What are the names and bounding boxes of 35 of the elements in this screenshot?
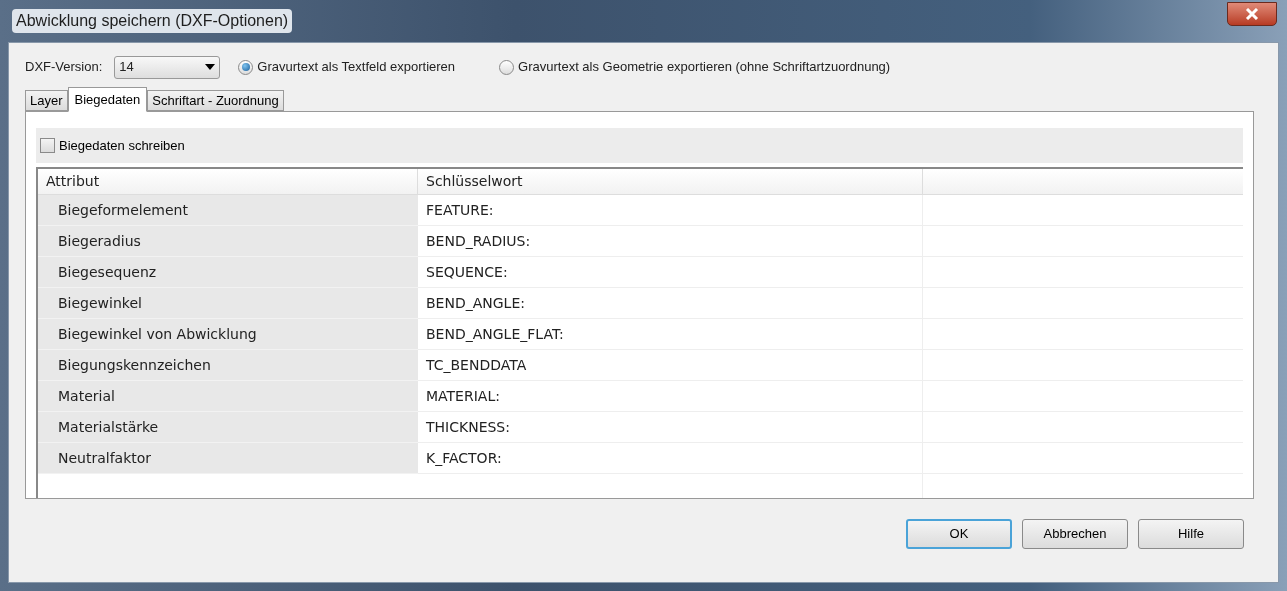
table-cell: Neutralfaktor <box>38 443 418 474</box>
table-cell: BEND_RADIUS: <box>418 226 923 257</box>
dropdown-arrow-icon <box>205 64 216 70</box>
table-cell: Materialstärke <box>38 412 418 443</box>
tab[interactable]: Schriftart - Zuordnung <box>147 90 284 111</box>
table-cell: BEND_ANGLE: <box>418 288 923 319</box>
table-cell: Biegewinkel von Abwicklung <box>38 319 418 350</box>
table-cell: Biegeradius <box>38 226 418 257</box>
bend-data-checkbox[interactable]: Biegedaten schreiben <box>40 135 185 156</box>
table-cell: THICKNESS: <box>418 412 923 443</box>
table-cell: Biegeformelement <box>38 195 418 226</box>
table-cell: MATERIAL: <box>418 381 923 412</box>
table-cell: TC_BENDDATA <box>418 350 923 381</box>
table-cell: BEND_ANGLE_FLAT: <box>418 319 923 350</box>
close-button[interactable] <box>1227 2 1277 26</box>
table-cell: Biegungskennzeichen <box>38 350 418 381</box>
export-radio[interactable]: Gravurtext als Textfeld exportieren <box>238 57 456 77</box>
dialog-button[interactable]: OK <box>906 519 1012 549</box>
table-cell: SEQUENCE: <box>418 257 923 288</box>
table-cell: Biegesequenz <box>38 257 418 288</box>
table-cell: Material <box>38 381 418 412</box>
dxf-version-label: DXF-Version: <box>25 58 103 77</box>
table-cell: Biegewinkel <box>38 288 418 319</box>
export-radio[interactable]: Gravurtext als Geometrie exportieren (ohne Schriftartzuordnung) <box>499 57 891 77</box>
dxf-version-dropdown[interactable]: 14 <box>114 55 221 79</box>
dialog-button[interactable]: Abbrechen <box>1022 519 1128 549</box>
column-header[interactable]: Attribut <box>38 169 418 194</box>
tab[interactable]: Biegedaten <box>67 87 148 112</box>
dialog-button[interactable]: Hilfe <box>1138 519 1244 549</box>
table-cell: K_FACTOR: <box>418 443 923 474</box>
tab[interactable]: Layer <box>25 90 68 111</box>
column-header[interactable]: Schlüsselwort <box>418 169 923 194</box>
close-icon <box>1245 8 1259 20</box>
window-title: Abwicklung speichern (DXF-Optionen) <box>12 9 293 33</box>
table-cell: FEATURE: <box>418 195 923 226</box>
